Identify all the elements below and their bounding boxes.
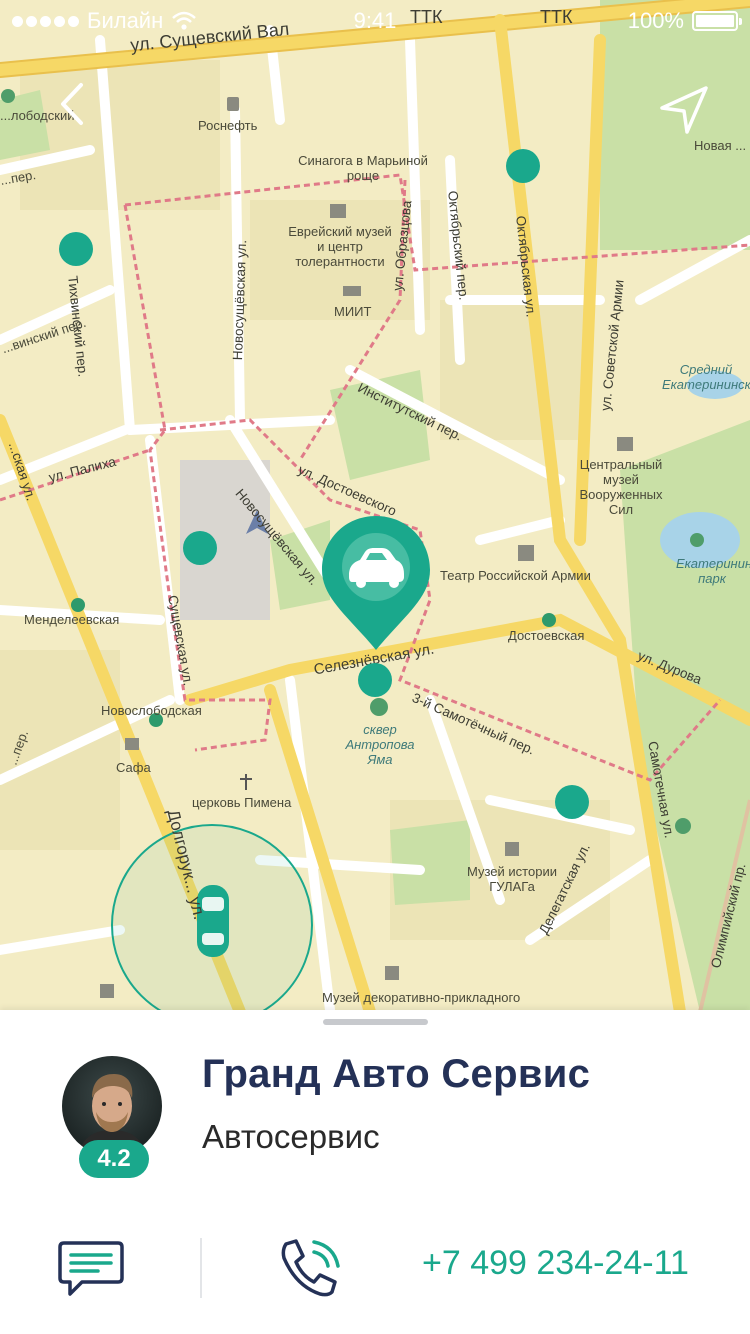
poi-label: Синагога в Марьиной роще (298, 153, 428, 183)
place-title: Гранд Авто Сервис (202, 1052, 591, 1096)
park-label: сквер Антропова Яма (345, 722, 415, 767)
street-label: Новая ... (694, 138, 747, 153)
phone-number-link[interactable]: +7 499 234-24-11 (422, 1244, 689, 1283)
poi-label: Театр Российской Армии (440, 568, 591, 583)
place-card[interactable]: 4.2 Гранд Авто Сервис Автосервис +7 499 … (0, 1010, 750, 1334)
poi-label: Роснефть (198, 118, 258, 133)
chat-button[interactable] (56, 1238, 126, 1300)
map-view[interactable]: ул. Сущевский Вал ТТК ТТК ...лободский .… (0, 0, 750, 1012)
service-marker[interactable] (506, 149, 540, 183)
poi-label: церковь Пимена (192, 795, 292, 810)
poi-label: Музей декоративно-прикладного (322, 990, 521, 1005)
poi-label: Центральный музей Вооруженных Сил (579, 457, 663, 517)
service-marker[interactable] (358, 663, 392, 697)
status-bar: Билайн 9:41 100% (0, 0, 750, 40)
chevron-left-icon (61, 83, 83, 125)
battery-percent: 100% (627, 8, 684, 33)
back-button[interactable] (42, 74, 102, 134)
avatar-block: 4.2 (62, 1056, 162, 1190)
car-pin-icon[interactable] (320, 512, 432, 652)
poi-label: Сафа (116, 760, 151, 775)
park-label: Средний Екатерининский (662, 362, 750, 392)
metro-label: Новослободская (101, 703, 202, 718)
park-label: Екатерининский парк (676, 556, 750, 586)
poi-label: Еврейский музей и центр толерантности (288, 224, 392, 269)
navigation-arrow-icon (660, 86, 708, 134)
call-button[interactable] (276, 1236, 344, 1300)
battery-icon (692, 11, 742, 31)
poi-label: Музей истории ГУЛАГа (467, 864, 557, 894)
service-marker[interactable] (555, 785, 589, 819)
chat-bubble-icon (58, 1241, 124, 1296)
metro-label: Менделеевская (24, 612, 120, 627)
place-category: Автосервис (202, 1118, 380, 1155)
locate-me-button[interactable] (654, 80, 714, 140)
rating-badge: 4.2 (79, 1140, 149, 1178)
divider (200, 1238, 202, 1298)
poi-label: МИИТ (334, 304, 372, 319)
service-marker[interactable] (59, 232, 93, 266)
service-marker[interactable] (183, 531, 217, 565)
sheet-grabber[interactable] (323, 1019, 428, 1025)
metro-label: Достоевская (508, 628, 585, 643)
phone-icon (281, 1239, 340, 1297)
